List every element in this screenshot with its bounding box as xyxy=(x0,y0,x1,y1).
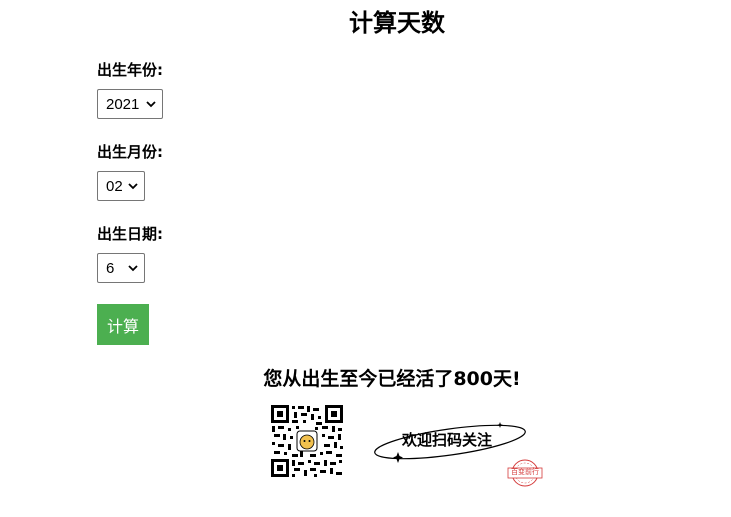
month-select[interactable]: 02 xyxy=(97,171,145,201)
chevron-down-icon xyxy=(126,261,140,275)
day-select[interactable]: 6 xyxy=(97,253,145,283)
chevron-down-icon xyxy=(144,97,158,111)
promo-slogan: 欢迎扫码关注 xyxy=(402,431,493,449)
year-label: 出生年份: xyxy=(97,61,163,79)
calculate-button[interactable]: 计算 xyxy=(97,304,149,345)
day-select-value: 6 xyxy=(106,259,115,277)
qr-code-icon xyxy=(270,404,344,478)
page: 计算天数 出生年份: 2021 出生月份: 02 出生日期: 6 计算 您从出生… xyxy=(0,0,731,517)
page-title: 计算天数 xyxy=(349,9,445,37)
stamp-label: 百变前行 xyxy=(511,468,539,476)
month-label: 出生月份: xyxy=(97,143,163,161)
month-select-value: 02 xyxy=(106,177,123,195)
sparkle-icon xyxy=(393,452,403,463)
year-select-value: 2021 xyxy=(106,95,140,113)
chevron-down-icon xyxy=(126,179,140,193)
year-select[interactable]: 2021 xyxy=(97,89,163,119)
day-label: 出生日期: xyxy=(97,225,163,243)
result-text: 您从出生至今已经活了800天! xyxy=(263,368,521,390)
sparkle-icon xyxy=(497,422,503,428)
